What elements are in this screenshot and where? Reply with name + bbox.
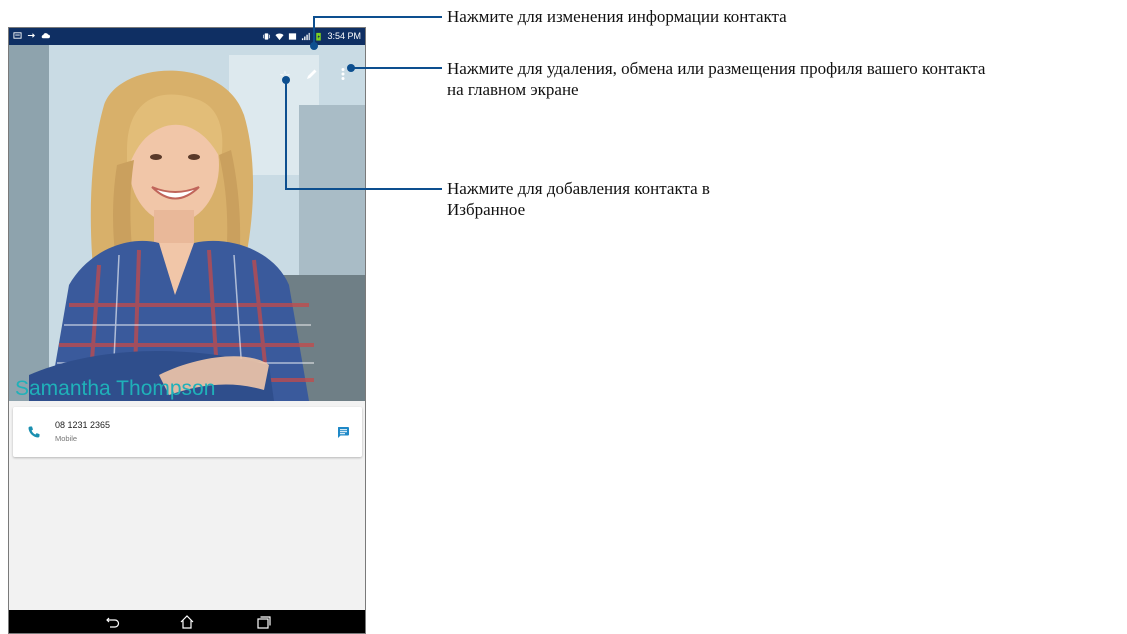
menu-callout-dot <box>347 64 355 72</box>
edit-callout-text: Нажмите для изменения информации контакт… <box>447 7 787 26</box>
menu-callout-text-line1: Нажмите для удаления, обмена или размеще… <box>447 59 986 78</box>
favorite-callout-line <box>285 80 442 190</box>
menu-callout-text-line2: на главном экране <box>447 80 579 99</box>
favorite-callout-text-line1: Нажмите для добавления контакта в <box>447 179 710 198</box>
edit-callout-line <box>313 16 442 46</box>
favorite-callout-text-line2: Избранное <box>447 200 526 219</box>
favorite-callout-dot <box>282 76 290 84</box>
edit-callout-dot <box>310 42 318 50</box>
